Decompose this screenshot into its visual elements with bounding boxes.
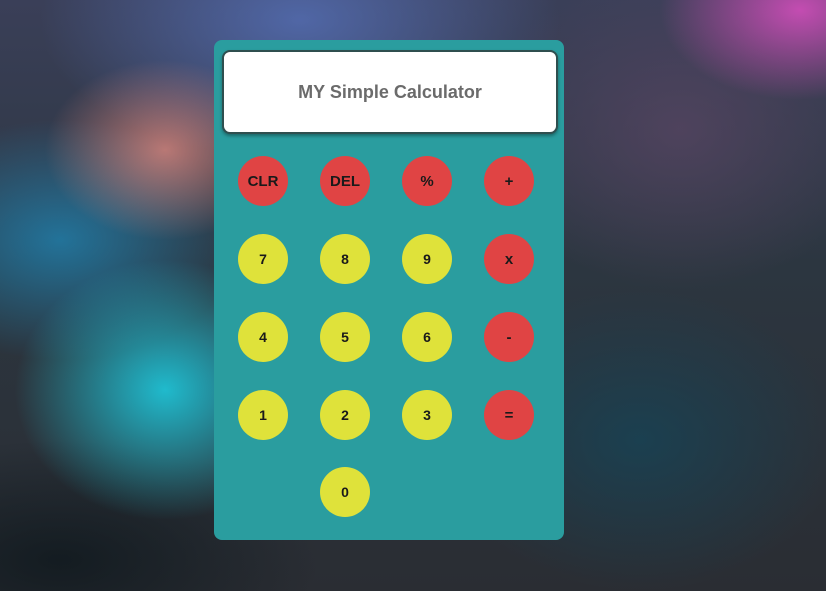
digit-3-button[interactable]: 3 — [402, 390, 452, 440]
clear-button[interactable]: CLR — [238, 156, 288, 206]
calculator-display: MY Simple Calculator — [222, 50, 558, 134]
display-text: MY Simple Calculator — [298, 81, 482, 102]
equals-button[interactable]: = — [484, 390, 534, 440]
digit-5-button[interactable]: 5 — [320, 312, 370, 362]
digit-2-button[interactable]: 2 — [320, 390, 370, 440]
delete-button[interactable]: DEL — [320, 156, 370, 206]
digit-7-button[interactable]: 7 — [238, 234, 288, 284]
digit-9-button[interactable]: 9 — [402, 234, 452, 284]
digit-8-button[interactable]: 8 — [320, 234, 370, 284]
minus-button[interactable]: - — [484, 312, 534, 362]
multiply-button[interactable]: x — [484, 234, 534, 284]
digit-0-button[interactable]: 0 — [320, 467, 370, 517]
digit-4-button[interactable]: 4 — [238, 312, 288, 362]
calculator: MY Simple Calculator CLR DEL % + 7 8 9 x… — [214, 40, 564, 540]
digit-6-button[interactable]: 6 — [402, 312, 452, 362]
digit-1-button[interactable]: 1 — [238, 390, 288, 440]
percent-button[interactable]: % — [402, 156, 452, 206]
plus-button[interactable]: + — [484, 156, 534, 206]
